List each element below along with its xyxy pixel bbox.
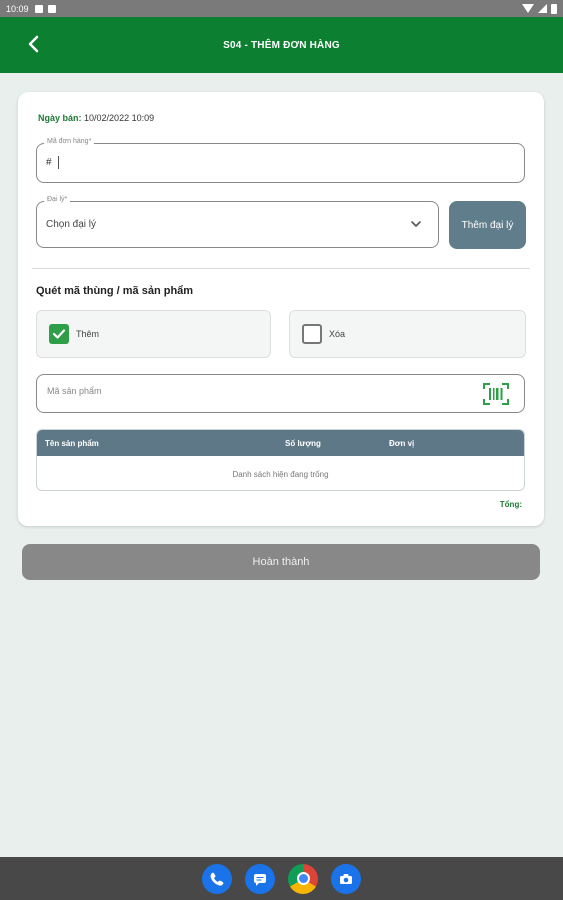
back-button[interactable] [18,29,48,59]
chrome-app[interactable] [288,863,318,894]
navigation-dock [0,857,563,900]
sale-date: Ngày bán: 10/02/2022 10:09 [38,113,154,123]
chrome-icon [296,872,310,885]
wifi-icon [522,4,534,13]
status-time: 10:09 [6,3,29,14]
agent-select[interactable]: Đại lý* Chọn đại lý [36,196,439,248]
phone-icon [210,872,224,886]
sale-date-label: Ngày bán: [38,113,82,123]
table-empty-state: Danh sách hiện đang trống [37,456,524,490]
chevron-down-icon [411,221,421,227]
battery-icon [551,3,557,14]
table-header: Tên sản phẩm Số lượng Đơn vị [37,430,524,456]
scan-section-title: Quét mã thùng / mã sản phẩm [36,285,194,297]
camera-icon [340,873,352,884]
messages-icon [254,873,266,886]
signal-icon [538,4,547,13]
barcode-scan-icon[interactable] [482,382,510,406]
checkbox-unchecked-icon [302,324,322,344]
mode-add-label: Thêm [76,329,100,339]
add-agent-button[interactable]: Thêm đại lý [449,201,526,249]
sim-icon [34,4,43,13]
phone-app[interactable] [202,863,232,894]
product-code-input[interactable] [47,386,447,396]
order-code-label: Mã đơn hàng* [44,138,95,145]
app-bar: S04 - THÊM ĐƠN HÀNG [0,17,563,73]
product-code-field [36,374,525,413]
order-code-field[interactable]: Mã đơn hàng* # [36,138,525,183]
finish-button[interactable]: Hoàn thành [22,544,540,580]
column-header-unit: Đơn vị [389,439,415,448]
column-header-quantity: Số lượng [285,439,321,448]
order-code-prefix: # [46,157,52,168]
arrow-left-icon [28,35,39,53]
text-cursor [58,156,59,169]
notification-icon [47,4,56,13]
column-header-name: Tên sản phẩm [45,439,99,448]
checkbox-checked-icon [49,324,69,344]
sale-date-value: 10/02/2022 10:09 [84,113,155,123]
order-form-card: Ngày bán: 10/02/2022 10:09 Mã đơn hàng* … [18,92,544,526]
mode-add-checkbox[interactable]: Thêm [36,310,271,358]
camera-app[interactable] [331,863,361,894]
status-bar: 10:09 [0,0,563,17]
empty-message: Danh sách hiện đang trống [232,469,329,479]
page-title: S04 - THÊM ĐƠN HÀNG [223,39,340,51]
agent-label: Đại lý* [44,196,71,203]
mode-delete-checkbox[interactable]: Xóa [289,310,526,358]
messages-app[interactable] [245,863,275,894]
mode-delete-label: Xóa [329,329,346,339]
total-label: Tổng: [499,500,522,509]
agent-placeholder: Chọn đại lý [46,219,97,230]
product-table: Tên sản phẩm Số lượng Đơn vị Danh sách h… [36,429,525,491]
divider [32,268,530,269]
